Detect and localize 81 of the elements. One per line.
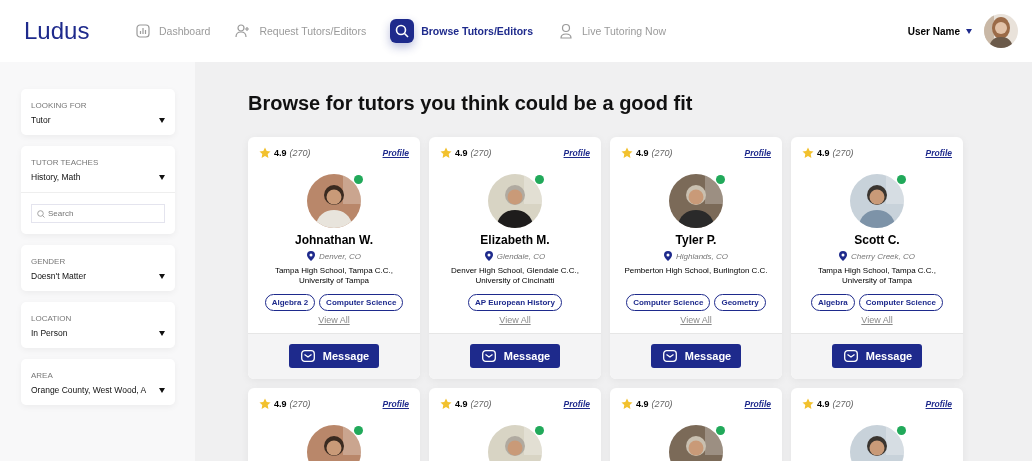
- tutor-schools: Tampa High School, Tampa C.C., University of Tampa: [816, 266, 938, 287]
- star-icon: [621, 398, 633, 410]
- profile-link[interactable]: Profile: [382, 399, 409, 409]
- rating: 4.9: [636, 399, 649, 409]
- filter-dropdown[interactable]: LOCATION In Person: [21, 302, 175, 348]
- caret-icon[interactable]: [966, 28, 972, 34]
- person-add-icon: [235, 24, 252, 38]
- review-count: (270): [470, 399, 492, 409]
- review-count: (270): [651, 399, 673, 409]
- tutor-name: Elizabeth M.: [480, 233, 550, 247]
- star-icon: [802, 398, 814, 410]
- tutor-name: Scott C.: [854, 233, 900, 247]
- mail-icon: [481, 350, 496, 362]
- rating: 4.9: [455, 148, 468, 158]
- filter-dropdown[interactable]: LOOKING FOR Tutor: [21, 89, 175, 135]
- search-field[interactable]: Search: [31, 204, 165, 223]
- page-heading: Browse for tutors you think could be a good fit: [248, 92, 694, 115]
- view-all-link[interactable]: View All: [680, 315, 712, 325]
- review-count: (270): [470, 148, 492, 158]
- message-button[interactable]: Message: [650, 344, 742, 368]
- caret-icon: [159, 330, 165, 336]
- star-icon: [440, 398, 452, 410]
- view-all-link[interactable]: View All: [861, 315, 893, 325]
- star-icon: [440, 147, 452, 159]
- profile-link[interactable]: Profile: [744, 399, 771, 409]
- caret-icon: [159, 117, 165, 123]
- mail-icon: [843, 350, 858, 362]
- mail-icon: [662, 350, 677, 362]
- user-menu[interactable]: User Name: [907, 25, 960, 37]
- rating: 4.9: [636, 148, 649, 158]
- review-count: (270): [832, 399, 854, 409]
- tutor-location: Denver, CO: [319, 251, 361, 261]
- filter-dropdown[interactable]: TUTOR TEACHES History, Math: [21, 146, 175, 192]
- chart-icon: [136, 24, 150, 38]
- star-icon: [621, 147, 633, 159]
- tutor-name: Tyler P.: [675, 233, 717, 247]
- mail-icon: [300, 350, 315, 362]
- review-count: (270): [651, 148, 673, 158]
- profile-link[interactable]: Profile: [563, 148, 590, 158]
- caret-icon: [159, 387, 165, 393]
- profile-link[interactable]: Profile: [925, 399, 952, 409]
- tutor-schools: Tampa High School, Tampa C.C., University of Tampa: [273, 266, 395, 287]
- review-count: (270): [289, 399, 311, 409]
- view-all-link[interactable]: View All: [318, 315, 350, 325]
- location-pin-icon: [484, 251, 493, 261]
- review-count: (270): [289, 148, 311, 158]
- profile-link[interactable]: Profile: [744, 148, 771, 158]
- tutor-schools: Denver High School, Glendale C.C., University of Cincinatti: [449, 266, 581, 287]
- person-icon: [559, 23, 573, 39]
- logo[interactable]: Ludus: [24, 17, 134, 45]
- caret-icon: [159, 273, 165, 279]
- message-button[interactable]: Message: [469, 344, 561, 368]
- rating: 4.9: [274, 148, 287, 158]
- search-icon: [37, 210, 45, 218]
- tutor-location: Highlands, CO: [676, 251, 728, 261]
- message-button[interactable]: Message: [288, 344, 380, 368]
- rating: 4.9: [455, 399, 468, 409]
- tutor-schools: Pemberton High School, Burlington C.C.: [624, 266, 768, 277]
- message-button[interactable]: Message: [831, 344, 923, 368]
- star-icon: [259, 398, 271, 410]
- star-icon: [259, 147, 271, 159]
- location-pin-icon: [307, 251, 316, 261]
- nav-tab[interactable]: Browse Tutors/Editors: [390, 19, 533, 43]
- search-icon: [395, 24, 410, 38]
- view-all-link[interactable]: View All: [499, 315, 531, 325]
- tutor-location: Glendale, CO: [496, 251, 546, 261]
- review-count: (270): [832, 148, 854, 158]
- rating: 4.9: [274, 399, 287, 409]
- profile-link[interactable]: Profile: [563, 399, 590, 409]
- profile-link[interactable]: Profile: [382, 148, 409, 158]
- tutor-name: Johnathan W.: [295, 233, 373, 247]
- tutor-location: Cherry Creek, CO: [851, 251, 915, 261]
- rating: 4.9: [817, 148, 830, 158]
- location-pin-icon: [664, 251, 672, 261]
- rating: 4.9: [817, 399, 830, 409]
- caret-icon: [159, 174, 165, 180]
- profile-link[interactable]: Profile: [925, 148, 952, 158]
- location-pin-icon: [839, 251, 847, 261]
- filter-dropdown[interactable]: AREA Orange County, West Wood, A: [21, 359, 175, 405]
- star-icon: [802, 147, 814, 159]
- filter-dropdown[interactable]: GENDER Doesn't Matter: [21, 245, 175, 291]
